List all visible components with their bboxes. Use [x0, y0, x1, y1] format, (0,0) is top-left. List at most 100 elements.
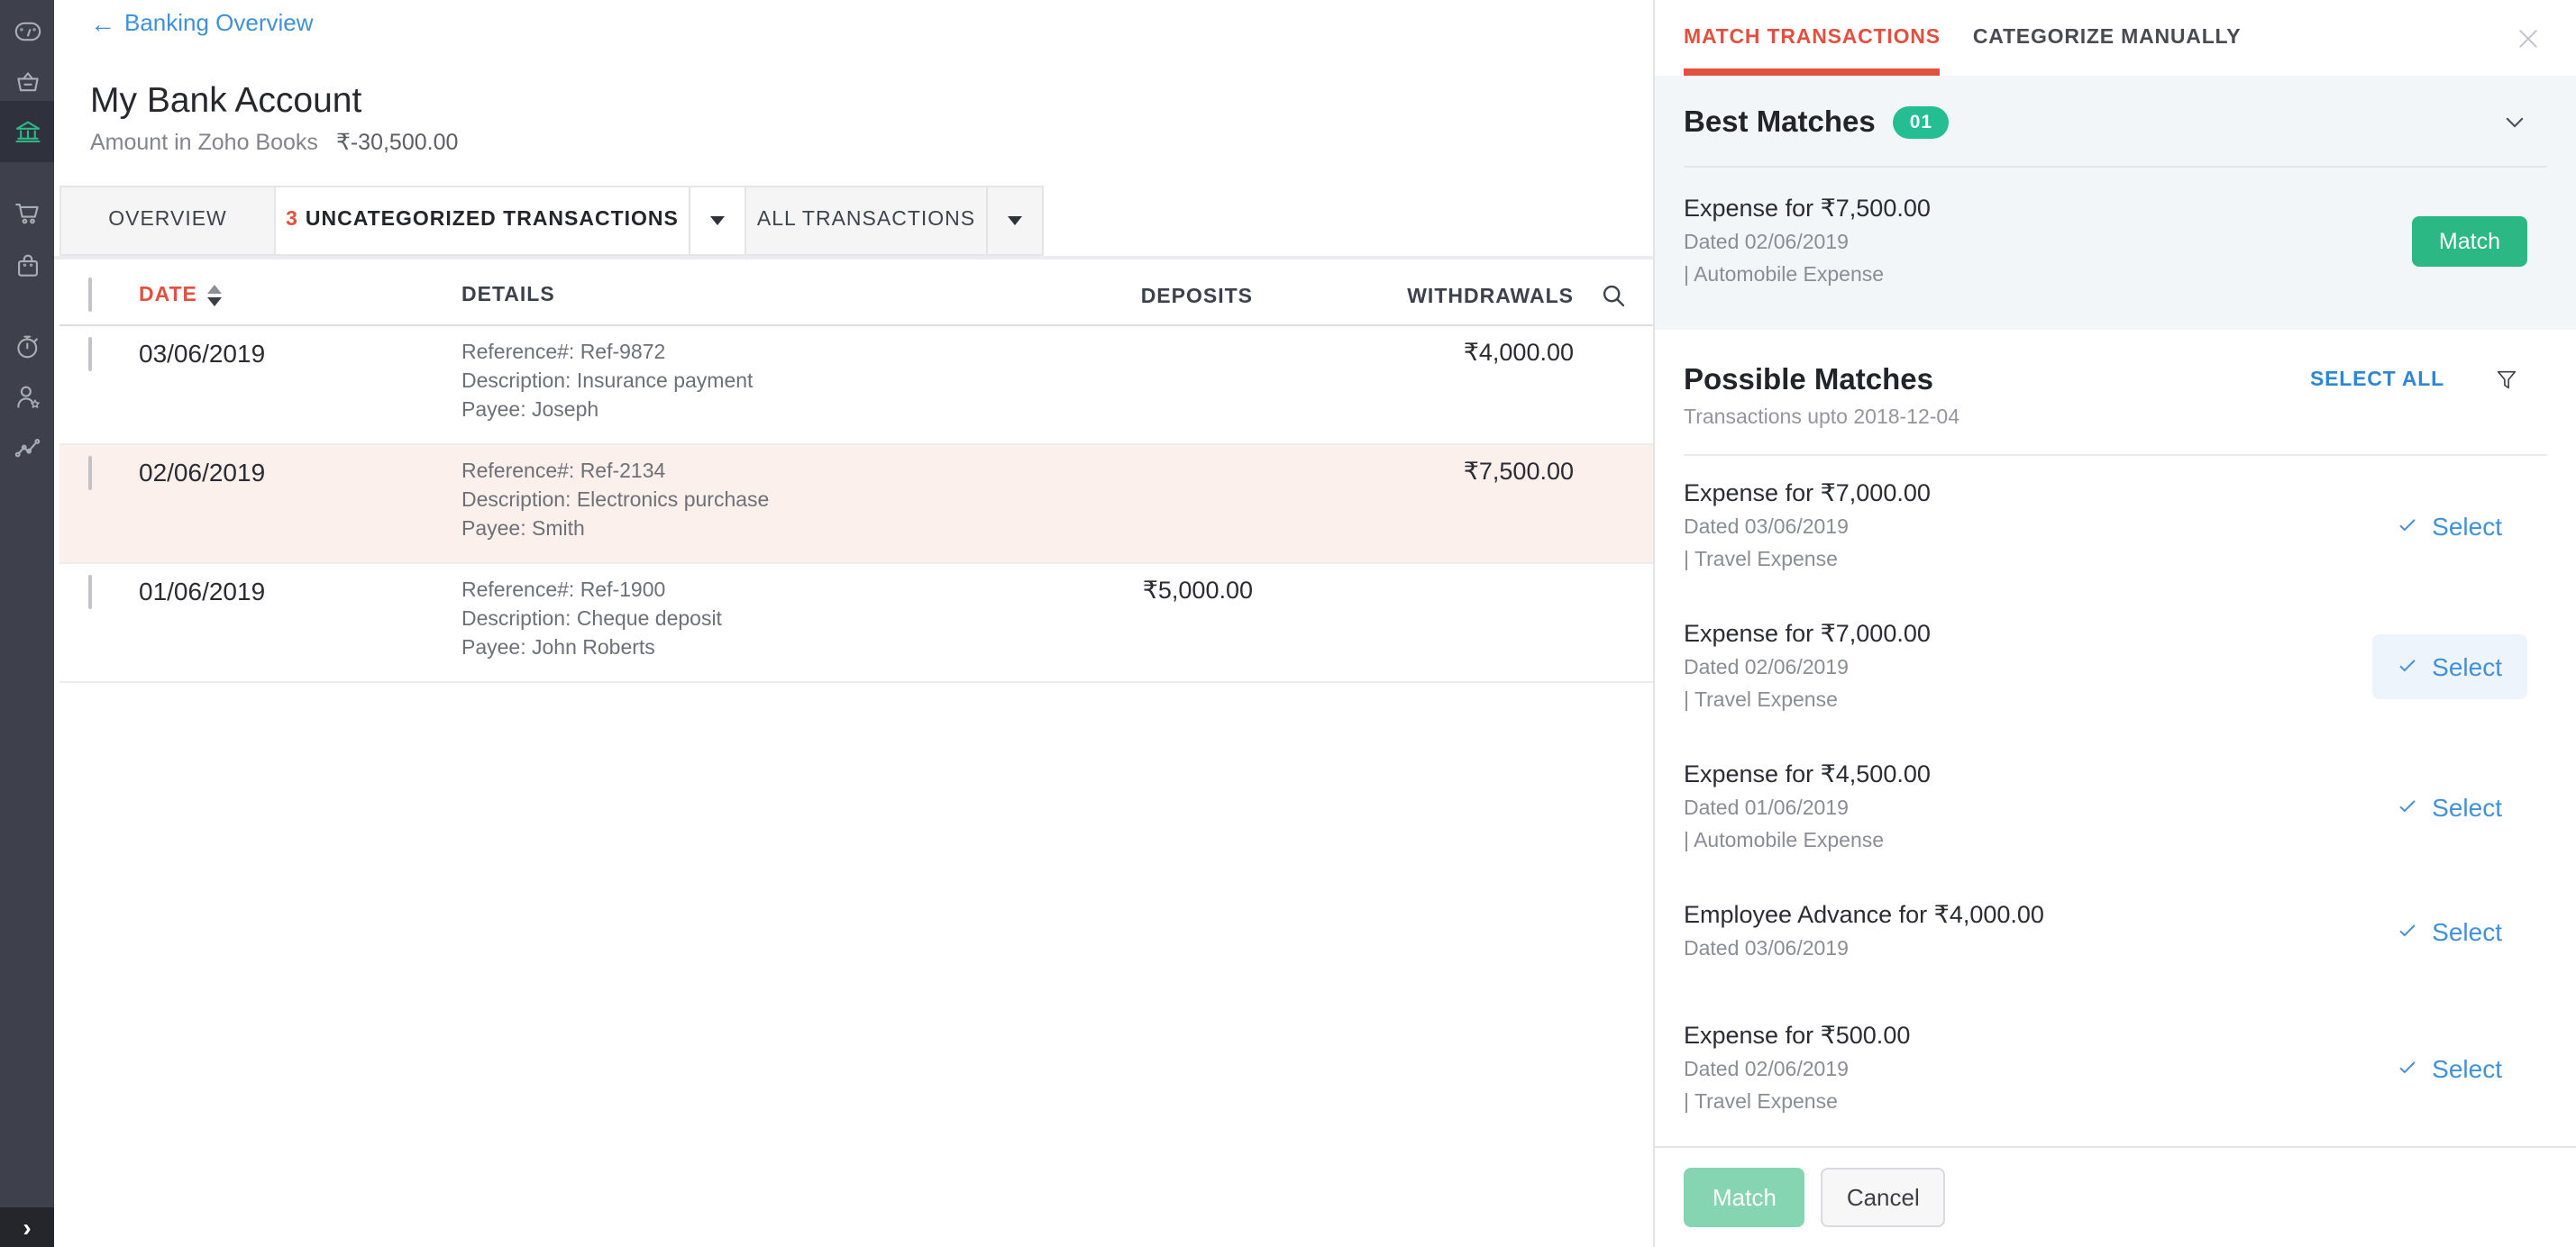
panel-footer: Match Cancel	[1655, 1146, 2576, 1247]
row-withdrawal: ₹4,000.00	[1253, 338, 1574, 424]
possible-match-item: Expense for ₹4,500.00 Dated 01/06/2019 |…	[1684, 737, 2547, 878]
select-button[interactable]: Select	[2398, 512, 2502, 541]
amount-value: ₹-30,500.00	[336, 129, 458, 154]
sidebar-expand-toggle[interactable]: ›	[0, 1207, 54, 1247]
close-icon[interactable]	[2513, 23, 2542, 52]
uncategorized-dropdown[interactable]	[689, 187, 744, 253]
best-matches-count-badge: 01	[1894, 106, 1949, 139]
footer-match-button[interactable]: Match	[1684, 1168, 1805, 1227]
breadcrumb[interactable]: ← Banking Overview	[90, 9, 314, 36]
search-icon[interactable]	[1598, 280, 1629, 311]
main-content: ← Banking Overview My Bank Account Amoun…	[54, 0, 1653, 1247]
tab-all-transactions[interactable]: ALL TRANSACTIONS	[744, 185, 1044, 255]
best-matches-section: Best Matches 01 Expense for ₹7,500.00 Da…	[1655, 76, 2576, 330]
row-details: Reference#: Ref-1900 Description: Cheque…	[461, 576, 1002, 662]
page-title: My Bank Account	[90, 82, 1653, 118]
column-header-deposits: DEPOSITS	[1141, 287, 1253, 308]
row-date: 03/06/2019	[139, 338, 461, 424]
check-icon	[2398, 652, 2417, 681]
match-item-title: Expense for ₹7,500.00	[1684, 193, 1931, 225]
row-description: Description: Electronics purchase	[461, 486, 1002, 514]
expand-chevron-icon: ›	[23, 1213, 31, 1242]
all-transactions-dropdown[interactable]	[986, 187, 1042, 253]
table-row[interactable]: 03/06/2019 Reference#: Ref-9872 Descript…	[59, 325, 1653, 444]
possible-matches-section: Possible Matches SELECT ALL Transactions…	[1655, 330, 2576, 1146]
row-checkbox[interactable]	[88, 455, 92, 489]
match-item-title: Expense for ₹4,500.00	[1684, 759, 1931, 791]
tab-match-transactions[interactable]: MATCH TRANSACTIONS	[1684, 0, 1941, 76]
row-date: 02/06/2019	[139, 457, 461, 543]
column-header-date[interactable]: DATE	[139, 284, 461, 307]
select-button[interactable]: Select	[2372, 634, 2527, 699]
purchases-bag-icon	[12, 250, 42, 280]
footer-cancel-button[interactable]: Cancel	[1822, 1168, 1945, 1227]
row-checkbox[interactable]	[88, 574, 92, 608]
banking-bank-icon	[12, 116, 42, 147]
check-icon	[2398, 1054, 2417, 1083]
match-item-category: | Travel Expense	[1684, 1090, 1910, 1117]
select-button[interactable]: Select	[2398, 793, 2502, 822]
select-all-link[interactable]: SELECT ALL	[2310, 369, 2444, 391]
row-date: 01/06/2019	[139, 576, 461, 662]
row-payee: Payee: John Roberts	[461, 633, 1002, 662]
match-item-category: | Automobile Expense	[1684, 263, 1931, 290]
possible-match-item: Expense for ₹7,000.00 Dated 02/06/2019 |…	[1684, 596, 2547, 737]
row-details: Reference#: Ref-9872 Description: Insura…	[461, 338, 1002, 424]
sidebar-item-items[interactable]	[0, 56, 54, 106]
row-withdrawal	[1253, 576, 1574, 662]
match-item-date: Dated 02/06/2019	[1684, 1058, 1910, 1085]
match-item-date: Dated 03/06/2019	[1684, 515, 1931, 542]
reports-trend-icon	[12, 432, 42, 462]
table-row-selected[interactable]: 02/06/2019 Reference#: Ref-2134 Descript…	[59, 444, 1653, 563]
filter-funnel-icon[interactable]	[2493, 366, 2520, 395]
dashboard-gauge-icon	[12, 15, 42, 46]
breadcrumb-label[interactable]: Banking Overview	[124, 9, 314, 36]
sidebar-item-reports[interactable]	[0, 422, 54, 472]
chevron-down-icon[interactable]	[2502, 110, 2527, 144]
sidebar-item-sales[interactable]	[0, 187, 54, 238]
uncategorized-count: 3	[286, 209, 298, 231]
possible-match-item: Expense for ₹500.00 Dated 02/06/2019 | T…	[1684, 998, 2547, 1139]
sidebar-item-dashboard[interactable]	[0, 5, 54, 56]
match-transactions-panel: MATCH TRANSACTIONS CATEGORIZE MANUALLY B…	[1653, 0, 2576, 1247]
match-button[interactable]: Match	[2412, 216, 2527, 267]
tab-categorize-manually[interactable]: CATEGORIZE MANUALLY	[1973, 0, 2242, 76]
check-icon	[2398, 512, 2417, 541]
best-matches-title: Best Matches	[1684, 105, 1876, 141]
tab-uncategorized-transactions[interactable]: 3UNCATEGORIZED TRANSACTIONS	[274, 185, 746, 255]
column-header-details: DETAILS	[461, 285, 555, 306]
select-button[interactable]: Select	[2398, 917, 2502, 946]
check-icon	[2398, 917, 2417, 946]
time-tracking-stopwatch-icon	[12, 331, 42, 361]
panel-tabbar: MATCH TRANSACTIONS CATEGORIZE MANUALLY	[1655, 0, 2576, 76]
row-deposit	[1002, 338, 1253, 424]
row-reference: Reference#: Ref-9872	[461, 338, 1002, 367]
accountant-person-icon	[12, 381, 42, 412]
match-item-date: Dated 03/06/2019	[1684, 937, 2044, 964]
tab-overview[interactable]: OVERVIEW	[59, 185, 276, 255]
row-checkbox[interactable]	[88, 336, 92, 370]
match-item-date: Dated 02/06/2019	[1684, 656, 1931, 683]
account-tabbar: OVERVIEW 3UNCATEGORIZED TRANSACTIONS ALL…	[59, 185, 1653, 255]
table-row[interactable]: 01/06/2019 Reference#: Ref-1900 Descript…	[59, 563, 1653, 682]
sidebar-item-accountant[interactable]	[0, 371, 54, 422]
possible-match-item: Employee Advance for ₹4,000.00 Dated 03/…	[1684, 878, 2547, 998]
match-item-date: Dated 02/06/2019	[1684, 231, 1931, 258]
match-item-title: Expense for ₹7,000.00	[1684, 478, 1931, 510]
transactions-table-header: DATE DETAILS DEPOSITS WITHDRAWALS	[59, 259, 1653, 325]
match-item-category: | Travel Expense	[1684, 688, 1931, 715]
sidebar-item-time-tracking[interactable]	[0, 321, 54, 371]
sort-icon	[208, 285, 223, 306]
sidebar-item-purchases[interactable]	[0, 240, 54, 290]
row-deposit: ₹5,000.00	[1002, 576, 1253, 662]
sidebar: ›	[0, 0, 54, 1247]
sidebar-item-banking[interactable]	[0, 101, 54, 162]
row-description: Description: Cheque deposit	[461, 605, 1002, 633]
select-all-checkbox[interactable]	[88, 278, 92, 312]
possible-matches-subtitle: Transactions upto 2018-12-04	[1684, 405, 2547, 432]
row-deposit	[1002, 457, 1253, 543]
select-button[interactable]: Select	[2398, 1054, 2502, 1083]
row-reference: Reference#: Ref-1900	[461, 576, 1002, 605]
row-description: Description: Insurance payment	[461, 367, 1002, 396]
caret-down-icon	[710, 215, 725, 224]
